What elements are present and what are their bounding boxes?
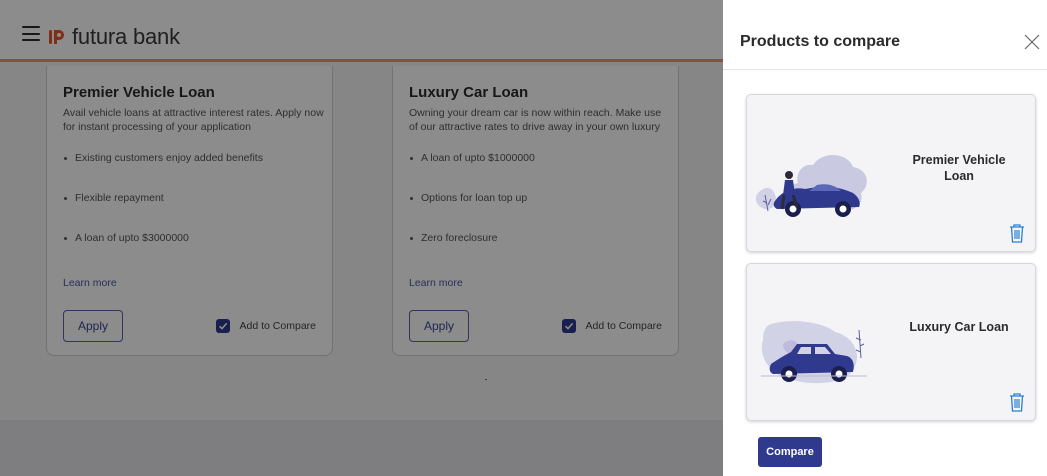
close-icon[interactable]: [1023, 33, 1041, 51]
delete-icon[interactable]: [1006, 222, 1028, 244]
panel-title: Products to compare: [740, 33, 901, 50]
panel-header: Products to compare: [723, 0, 1047, 70]
compare-product-card: Premier Vehicle Loan: [746, 94, 1036, 252]
vehicle-loan-illustration-icon: [755, 155, 867, 217]
compare-button[interactable]: Compare: [758, 437, 822, 467]
car-loan-illustration-icon: [761, 321, 867, 384]
modal-overlay[interactable]: [0, 0, 723, 476]
compare-product-card: Luxury Car Loan: [746, 263, 1036, 421]
compare-product-name: Luxury Car Loan: [909, 320, 1009, 334]
compare-panel: Products to compare Premier Vehicle Loan: [723, 0, 1047, 476]
compare-product-name: Premier Vehicle Loan: [912, 153, 1006, 183]
delete-icon[interactable]: [1006, 391, 1028, 413]
